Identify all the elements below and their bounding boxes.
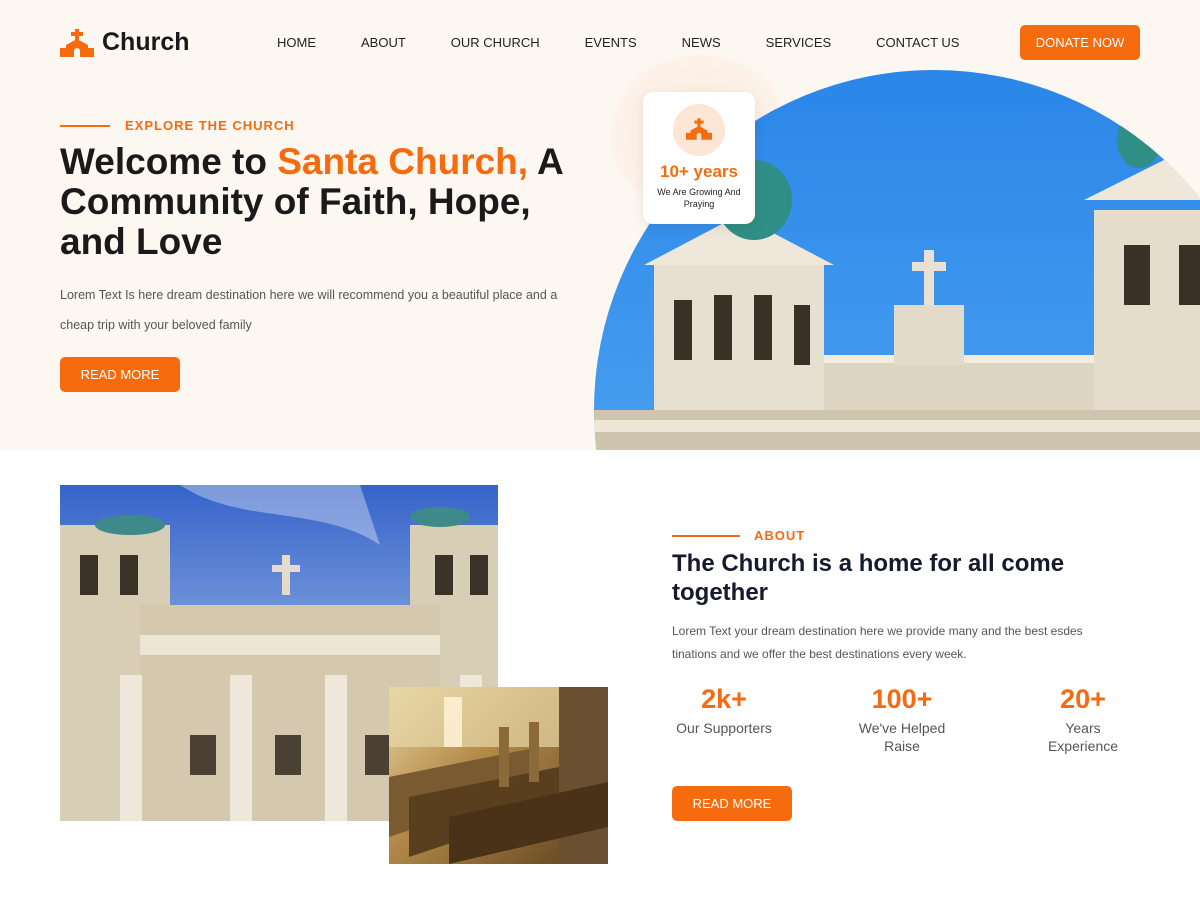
nav-our-church[interactable]: OUR CHURCH bbox=[451, 35, 540, 50]
stat-value: 20+ bbox=[1060, 684, 1106, 714]
nav-news[interactable]: NEWS bbox=[682, 35, 721, 50]
church-interior-photo bbox=[389, 687, 608, 864]
stat-value: 2k+ bbox=[701, 684, 747, 714]
hero-eyebrow-text: EXPLORE THE CHURCH bbox=[125, 118, 295, 133]
donate-now-button[interactable]: DONATE NOW bbox=[1020, 25, 1140, 60]
about-description: Lorem Text your dream destination here w… bbox=[672, 624, 1083, 661]
hero-title-before: Welcome to bbox=[60, 141, 278, 182]
about-eyebrow: ABOUT bbox=[672, 528, 805, 543]
years-card-value: 10+ years bbox=[660, 162, 738, 181]
nav-contact-us[interactable]: CONTACT US bbox=[876, 35, 959, 50]
nav-home[interactable]: HOME bbox=[277, 35, 316, 50]
about-read-more-button[interactable]: READ MORE bbox=[672, 786, 792, 821]
years-card-icon-wrap bbox=[673, 104, 725, 156]
stat-label: Our Supporters bbox=[676, 720, 772, 736]
nav-about[interactable]: ABOUT bbox=[361, 35, 406, 50]
about-title: The Church is a home for all come togeth… bbox=[672, 550, 1065, 606]
nav-services[interactable]: SERVICES bbox=[766, 35, 832, 50]
stat-label: Years Experience bbox=[1047, 720, 1119, 754]
logo-text: Church bbox=[102, 28, 190, 56]
hero-title: Welcome to Santa Church, A Community of … bbox=[60, 142, 580, 262]
stat-value: 100+ bbox=[871, 684, 933, 714]
hero-title-accent: Santa Church, bbox=[277, 141, 529, 182]
eyebrow-divider bbox=[60, 124, 110, 127]
stat-supporters: 2k+ Our Supporters bbox=[672, 684, 776, 737]
eyebrow-divider bbox=[672, 534, 740, 537]
about-eyebrow-text: ABOUT bbox=[754, 528, 806, 543]
hero-read-more-button[interactable]: READ MORE bbox=[60, 357, 180, 392]
hero-description: Lorem Text Is here dream destination her… bbox=[60, 288, 558, 332]
years-card: 10+ years We Are Growing And Praying bbox=[643, 92, 755, 224]
stat-label: We've Helped Raise bbox=[858, 720, 946, 754]
main-nav: HOME ABOUT OUR CHURCH EVENTS NEWS SERVIC… bbox=[277, 35, 959, 50]
hero-section: Church HOME ABOUT OUR CHURCH EVENTS NEWS… bbox=[0, 0, 1200, 450]
years-card-label: We Are Growing And Praying bbox=[657, 187, 741, 209]
stat-experience: 20+ Years Experience bbox=[1034, 684, 1132, 755]
church-icon bbox=[686, 118, 712, 145]
nav-events[interactable]: EVENTS bbox=[585, 35, 637, 50]
stat-raised: 100+ We've Helped Raise bbox=[847, 684, 957, 755]
logo[interactable]: Church bbox=[60, 28, 190, 57]
hero-eyebrow: EXPLORE THE CHURCH bbox=[60, 118, 295, 133]
church-icon bbox=[60, 28, 94, 57]
